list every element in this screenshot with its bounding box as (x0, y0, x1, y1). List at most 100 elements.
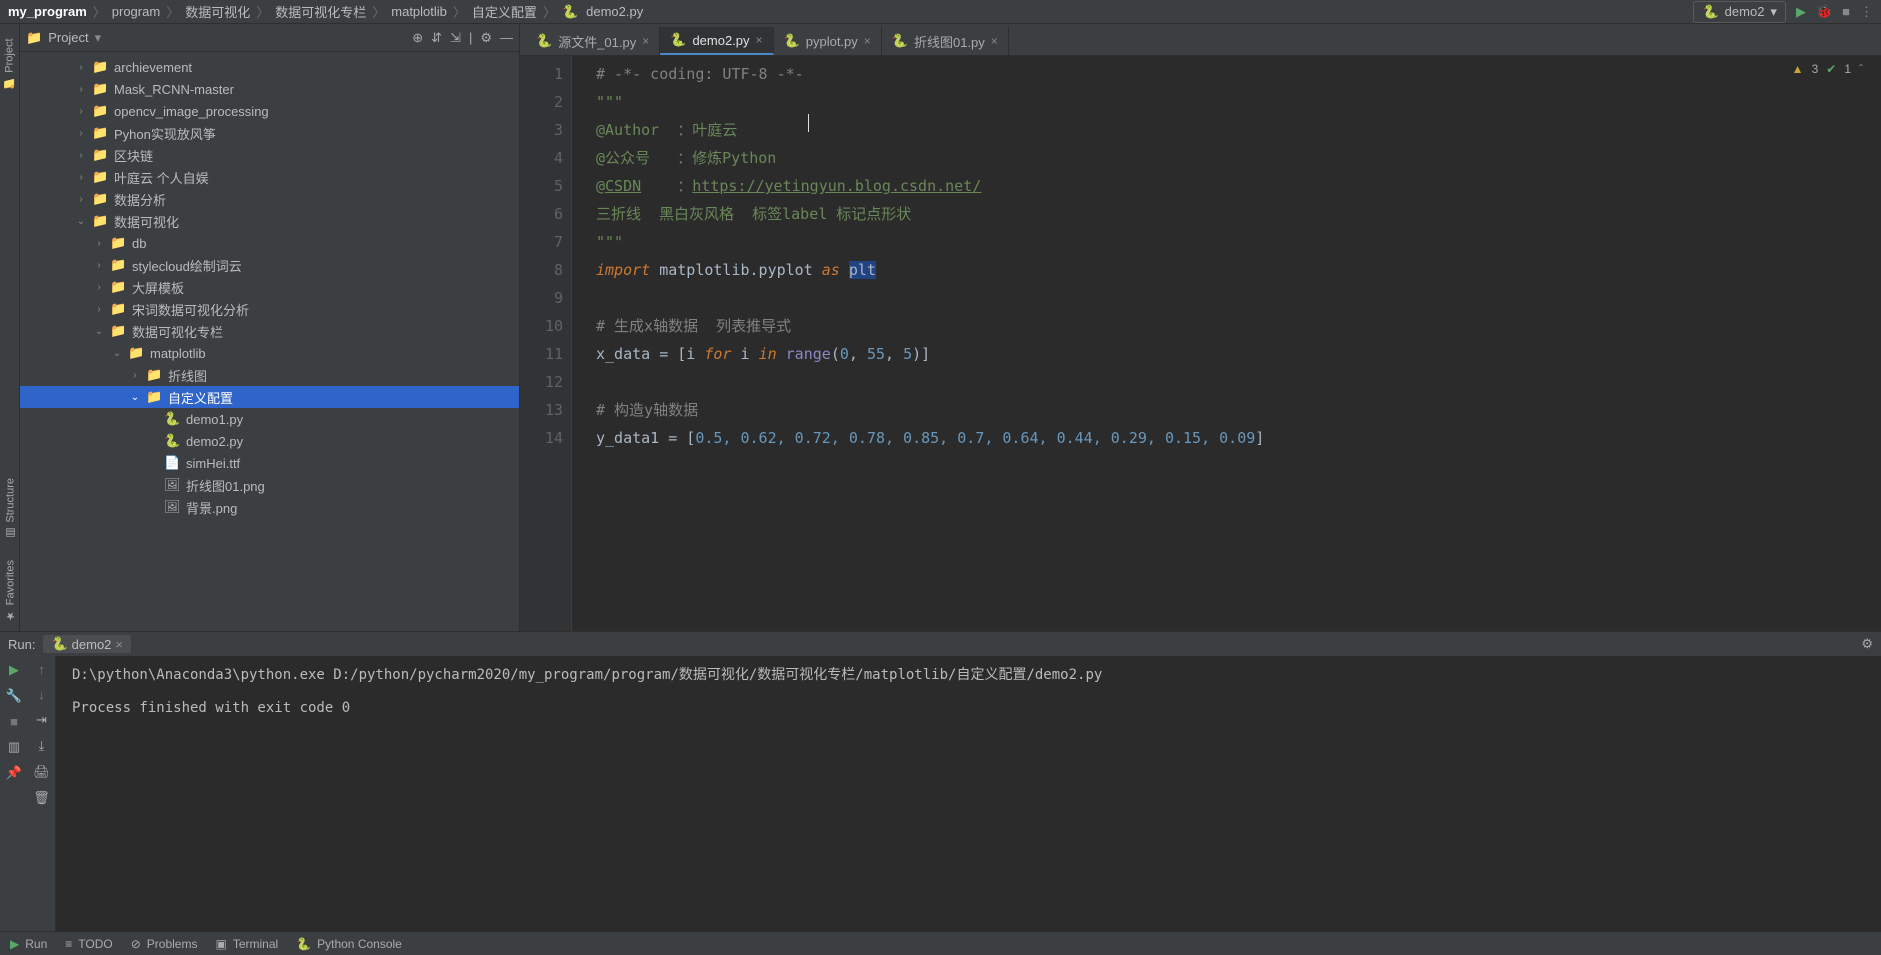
expand-icon[interactable]: › (74, 128, 88, 139)
terminal-icon: ▣ (215, 937, 226, 951)
tree-item[interactable]: ›📁archievement (20, 56, 519, 78)
tree-item[interactable]: ⌄📁自定义配置 (20, 386, 519, 408)
tree-item[interactable]: ›📁stylecloud绘制词云 (20, 254, 519, 276)
python-console-button[interactable]: 🐍Python Console (296, 937, 402, 951)
tree-item-label: 区块链 (114, 146, 153, 165)
breadcrumb-root[interactable]: my_program (8, 4, 87, 19)
layout-icon[interactable]: ▥ (8, 739, 20, 755)
select-opened-file-icon[interactable]: ⊕ (412, 30, 423, 46)
editor-tab[interactable]: 🐍pyplot.py× (774, 27, 882, 55)
close-icon[interactable]: × (991, 34, 998, 48)
hide-icon[interactable]: — (500, 30, 513, 46)
expand-icon[interactable]: ⌄ (110, 348, 124, 359)
editor-tab[interactable]: 🐍demo2.py× (660, 27, 773, 55)
tree-item[interactable]: ⌄📁数据可视化专栏 (20, 320, 519, 342)
project-tool-window: 📁 Project ▾ ⊕ ⇵ ⇲ | ⚙ — ›📁archievement›📁… (20, 24, 520, 631)
tree-item[interactable]: 🖼背景.png (20, 496, 519, 518)
expand-icon[interactable]: › (92, 282, 106, 293)
tree-item[interactable]: ›📁db (20, 232, 519, 254)
up-icon[interactable]: ↑ (38, 662, 45, 677)
tree-item-label: 数据可视化专栏 (132, 322, 223, 341)
soft-wrap-icon[interactable]: ⇥ (36, 712, 47, 728)
line-number-gutter: 1234567891011121314 (520, 56, 572, 631)
run-toolwindow-button[interactable]: ▶Run (10, 937, 47, 951)
expand-icon[interactable]: › (74, 84, 88, 95)
folder-icon: 📁 (92, 103, 108, 119)
expand-icon[interactable]: › (92, 304, 106, 315)
expand-icon[interactable]: › (128, 370, 142, 381)
expand-icon[interactable]: ⌄ (92, 326, 106, 337)
expand-icon[interactable]: › (92, 238, 106, 249)
tree-item[interactable]: 📄simHei.ttf (20, 452, 519, 474)
breadcrumb-item[interactable]: program (112, 4, 160, 19)
tree-item[interactable]: 🐍demo1.py (20, 408, 519, 430)
gear-icon[interactable]: ⚙ (1861, 636, 1873, 652)
stop-icon[interactable]: ■ (10, 714, 18, 729)
breadcrumb-file[interactable]: demo2.py (586, 4, 643, 19)
tree-item[interactable]: ›📁Pyhon实现放风筝 (20, 122, 519, 144)
chevron-down-icon[interactable]: ▾ (95, 30, 102, 46)
structure-toolwindow-tab[interactable]: ▤Structure (4, 478, 17, 540)
collapse-all-icon[interactable]: ⇲ (450, 30, 461, 46)
tree-item[interactable]: ›📁大屏模板 (20, 276, 519, 298)
expand-icon[interactable]: › (74, 106, 88, 117)
console-output[interactable]: D:\python\Anaconda3\python.exe D:/python… (56, 656, 1881, 931)
terminal-toolwindow-button[interactable]: ▣Terminal (215, 937, 278, 951)
expand-icon[interactable]: › (74, 172, 88, 183)
trash-icon[interactable]: 🗑 (33, 790, 50, 806)
play-icon: ▶ (10, 937, 19, 951)
tree-item[interactable]: ›📁区块链 (20, 144, 519, 166)
editor-tab[interactable]: 🐍折线图01.py× (882, 27, 1009, 55)
breadcrumb-item[interactable]: matplotlib (391, 4, 447, 19)
expand-icon[interactable]: › (74, 62, 88, 73)
close-icon[interactable]: × (115, 637, 123, 652)
expand-icon[interactable]: › (92, 260, 106, 271)
debug-button-icon[interactable]: 🐞 (1816, 4, 1832, 20)
pin-icon[interactable]: 📌 (6, 765, 22, 781)
project-tree[interactable]: ›📁archievement›📁Mask_RCNN-master›📁opencv… (20, 52, 519, 631)
inspection-widget[interactable]: ▲3 ✔1 ˆ (1792, 62, 1863, 76)
expand-all-icon[interactable]: ⇵ (431, 30, 442, 46)
close-icon[interactable]: × (756, 33, 763, 47)
tree-item[interactable]: ⌄📁数据可视化 (20, 210, 519, 232)
tree-item-label: 大屏模板 (132, 278, 184, 297)
rerun-icon[interactable]: ▶ (9, 662, 19, 678)
close-icon[interactable]: × (864, 34, 871, 48)
tree-item[interactable]: ⌄📁matplotlib (20, 342, 519, 364)
run-button-icon[interactable]: ▶ (1796, 4, 1806, 20)
code-editor[interactable]: # -*- coding: UTF-8 -*- """ @Author ：叶庭云… (572, 56, 1881, 631)
tree-item-label: 折线图 (168, 366, 207, 385)
editor-tab[interactable]: 🐍源文件_01.py× (526, 27, 660, 55)
project-toolwindow-tab[interactable]: 📁Project (3, 38, 16, 90)
breadcrumb-item[interactable]: 数据可视化专栏 (275, 2, 366, 21)
tree-item[interactable]: 🖼折线图01.png (20, 474, 519, 496)
tree-item[interactable]: 🐍demo2.py (20, 430, 519, 452)
tab-label: demo2.py (692, 33, 749, 48)
stop-button-icon[interactable]: ■ (1842, 4, 1850, 19)
wrench-icon[interactable]: 🔧 (6, 688, 22, 704)
tree-item[interactable]: ›📁Mask_RCNN-master (20, 78, 519, 100)
tree-item[interactable]: ›📁opencv_image_processing (20, 100, 519, 122)
expand-icon[interactable]: ⌄ (128, 392, 142, 403)
close-icon[interactable]: × (642, 34, 649, 48)
expand-icon[interactable]: › (74, 150, 88, 161)
expand-icon[interactable]: ⌄ (74, 216, 88, 227)
gear-icon[interactable]: ⚙ (480, 30, 492, 46)
down-icon[interactable]: ↓ (38, 687, 45, 702)
run-config-selector[interactable]: 🐍 demo2 ▾ (1693, 1, 1785, 23)
breadcrumb-item[interactable]: 数据可视化 (185, 2, 250, 21)
expand-icon[interactable]: › (74, 194, 88, 205)
todo-toolwindow-button[interactable]: ≡TODO (65, 937, 112, 951)
favorites-toolwindow-tab[interactable]: ★Favorites (4, 560, 17, 622)
breadcrumb-item[interactable]: 自定义配置 (472, 2, 537, 21)
problems-toolwindow-button[interactable]: ⊘Problems (131, 937, 198, 951)
tree-item[interactable]: ›📁叶庭云 个人自娱 (20, 166, 519, 188)
run-tab[interactable]: 🐍 demo2 × (43, 635, 131, 653)
tree-item[interactable]: ›📁宋词数据可视化分析 (20, 298, 519, 320)
tree-item-label: 数据分析 (114, 190, 166, 209)
tree-item[interactable]: ›📁数据分析 (20, 188, 519, 210)
scroll-end-icon[interactable]: ⤓ (39, 738, 45, 754)
tree-item[interactable]: ›📁折线图 (20, 364, 519, 386)
print-icon[interactable]: 🖨 (33, 764, 50, 780)
more-icon[interactable]: ⋮ (1860, 4, 1873, 20)
